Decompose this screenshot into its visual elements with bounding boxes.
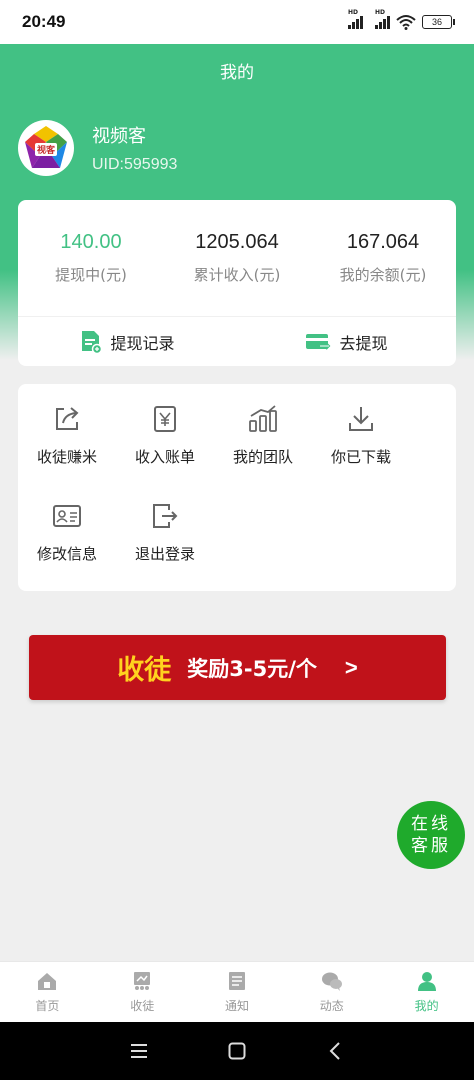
promo-sub-text: 奖励3-5元/个 xyxy=(187,656,317,681)
page-title: 我的 xyxy=(220,62,254,83)
menu-item-logout[interactable]: 退出登录 xyxy=(116,499,214,596)
stat-label: 我的余额(元) xyxy=(339,266,427,284)
tab-mine[interactable]: 我的 xyxy=(379,962,474,1022)
download-icon xyxy=(349,407,373,431)
home-icon xyxy=(38,973,57,990)
username: 视频客 xyxy=(92,126,146,147)
back-icon xyxy=(329,1042,340,1060)
profile-section[interactable]: 视客 视频客 UID:595993 xyxy=(18,120,177,176)
withdraw-record-label: 提现记录 xyxy=(110,333,175,353)
share-icon xyxy=(56,407,79,430)
menu-item-edit-info[interactable]: 修改信息 xyxy=(18,499,116,596)
bottom-tab-bar: 首页 收徒 通知 动态 我的 xyxy=(0,961,474,1022)
user-id: UID:595993 xyxy=(92,156,178,173)
stat-value: 167.064 xyxy=(346,231,420,253)
status-time: 20:49 xyxy=(22,12,66,31)
user-icon xyxy=(417,972,436,991)
tab-label: 动态 xyxy=(319,999,344,1013)
square-home-icon xyxy=(228,1042,246,1060)
online-service-button[interactable]: 在线客服 xyxy=(397,801,465,869)
notice-icon xyxy=(228,972,245,990)
tab-home[interactable]: 首页 xyxy=(0,962,95,1022)
invite-promo-banner[interactable]: 收徒 奖励3-5元/个 > xyxy=(29,635,446,700)
title-bar: 我的 xyxy=(0,44,474,96)
menu-nav-button[interactable] xyxy=(124,1036,154,1066)
menu-label: 收徒赚米 xyxy=(36,448,97,466)
tab-label: 通知 xyxy=(224,999,249,1013)
status-icons: HD HD 36 xyxy=(348,9,455,30)
menu-label: 退出登录 xyxy=(134,545,195,563)
tab-label: 首页 xyxy=(35,999,60,1013)
logout-icon xyxy=(153,504,178,528)
yen-icon xyxy=(154,406,176,432)
id-card-icon xyxy=(53,505,81,527)
promo-main-text: 收徒 xyxy=(117,655,172,686)
tab-label: 我的 xyxy=(414,999,439,1013)
tab-notice[interactable]: 通知 xyxy=(190,962,285,1022)
team-chart-icon xyxy=(249,405,277,432)
tab-label: 收徒 xyxy=(130,999,155,1013)
battery-icon: 36 xyxy=(422,15,455,29)
system-nav-bar xyxy=(0,1022,474,1080)
menu-item-my-team[interactable]: 我的团队 xyxy=(214,402,312,499)
wifi-icon xyxy=(396,15,416,30)
stat-value: 1205.064 xyxy=(195,231,279,253)
stat-value: 140.00 xyxy=(60,231,122,253)
withdraw-label: 去提现 xyxy=(339,333,388,353)
menu-item-invite[interactable]: 收徒赚米 xyxy=(18,402,116,499)
status-bar: 20:49 HD HD 36 xyxy=(0,0,474,44)
menu-item-downloaded[interactable]: 你已下载 xyxy=(312,402,410,499)
svg-text:视客: 视客 xyxy=(37,144,56,156)
document-icon xyxy=(82,330,103,354)
stat-withdrawing[interactable]: 140.00 提现中(元) xyxy=(18,200,164,316)
app-logo-icon: 视客 xyxy=(24,125,68,168)
withdraw-button[interactable]: 去提现 xyxy=(237,317,456,366)
signal-icon-2: HD xyxy=(375,9,390,29)
chat-icon xyxy=(321,972,342,991)
menu-label: 修改信息 xyxy=(36,545,97,563)
menu-item-income-bill[interactable]: 收入账单 xyxy=(116,402,214,499)
stat-balance[interactable]: 167.064 我的余额(元) xyxy=(310,200,456,316)
menu-icon xyxy=(131,1044,147,1058)
stat-label: 累计收入(元) xyxy=(193,266,281,284)
menu-label: 我的团队 xyxy=(232,448,293,466)
menu-label: 收入账单 xyxy=(134,448,195,466)
withdraw-record-button[interactable]: 提现记录 xyxy=(18,317,237,366)
apprentice-icon xyxy=(134,972,151,990)
stat-total-income[interactable]: 1205.064 累计收入(元) xyxy=(164,200,310,316)
signal-icon: HD xyxy=(348,9,363,29)
tab-dynamic[interactable]: 动态 xyxy=(284,962,379,1022)
home-nav-button[interactable] xyxy=(222,1036,252,1066)
tab-apprentice[interactable]: 收徒 xyxy=(95,962,190,1022)
card-icon xyxy=(306,333,331,350)
avatar[interactable]: 视客 xyxy=(18,120,74,176)
earnings-card: 140.00 提现中(元) 1205.064 累计收入(元) 167.064 我… xyxy=(18,200,456,366)
function-menu: 收徒赚米 收入账单 我的团队 你已下载 修改信息 退出登录 xyxy=(18,384,456,591)
menu-label: 你已下载 xyxy=(330,448,391,466)
back-nav-button[interactable] xyxy=(320,1036,350,1066)
promo-arrow: > xyxy=(344,654,358,680)
stat-label: 提现中(元) xyxy=(55,266,127,284)
